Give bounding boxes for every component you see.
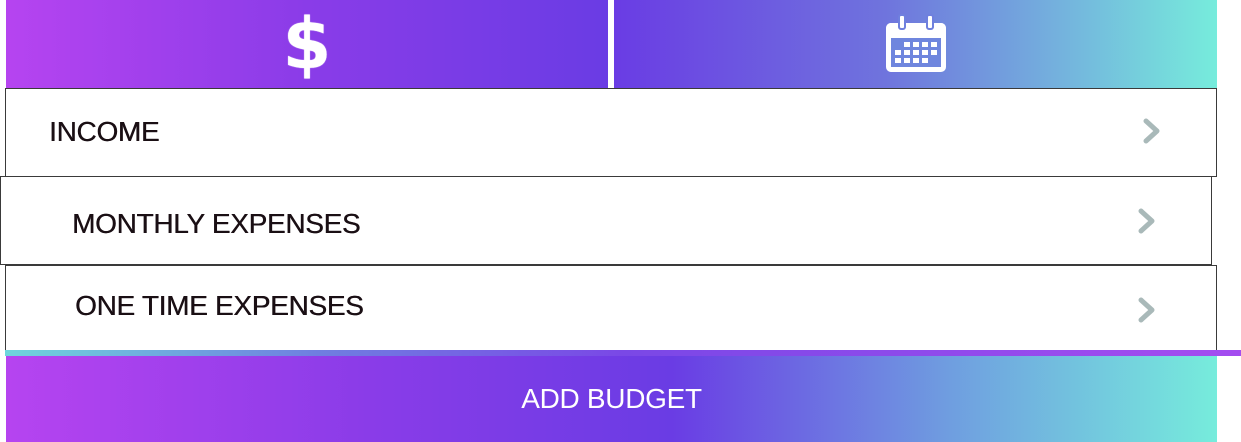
chevron-right-icon	[1143, 118, 1160, 144]
menu-item-income[interactable]: INCOME	[5, 88, 1217, 177]
calendar-icon	[885, 14, 946, 72]
menu-item-label: INCOME	[49, 116, 160, 147]
menu-item-label: ONE TIME EXPENSES	[75, 290, 364, 321]
menu-item-one-time-expenses[interactable]: ONE TIME EXPENSES	[5, 265, 1217, 354]
menu-item-monthly-expenses[interactable]: MONTHLY EXPENSES	[0, 176, 1212, 265]
tab-calendar[interactable]	[614, 0, 1217, 88]
chevron-right-icon	[1138, 208, 1155, 234]
add-budget-label: ADD BUDGET	[521, 383, 702, 414]
menu-item-label: MONTHLY EXPENSES	[72, 208, 361, 239]
add-budget-button[interactable]: ADD BUDGET	[6, 356, 1217, 442]
chevron-right-icon	[1138, 297, 1155, 323]
dollar-icon: $	[282, 3, 332, 85]
tab-budget[interactable]: $	[6, 0, 608, 88]
